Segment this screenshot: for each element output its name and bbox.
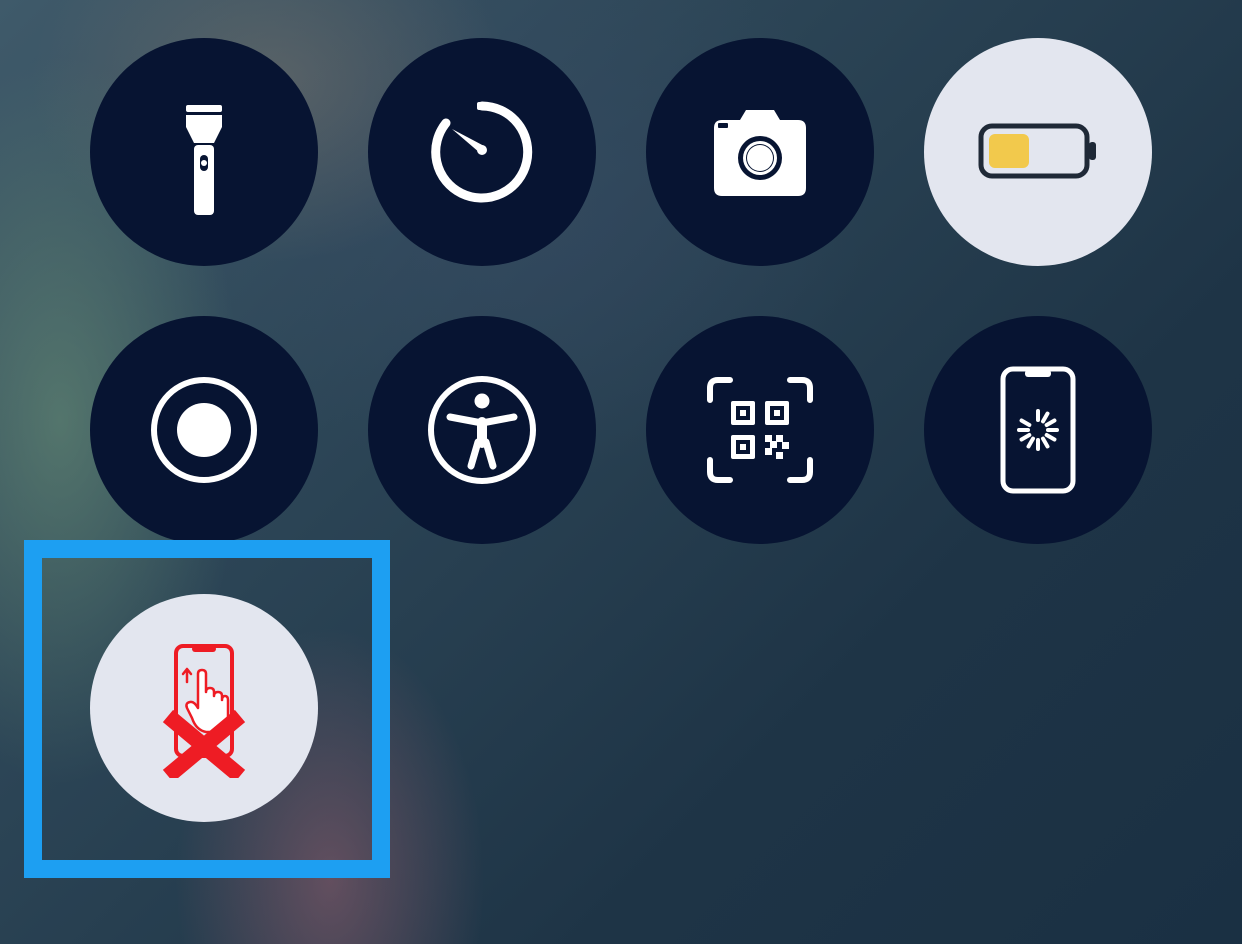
battery-icon	[978, 123, 1096, 179]
screen-mirroring-button[interactable]	[924, 316, 1152, 544]
flashlight-button[interactable]	[90, 38, 318, 266]
guided-access-button[interactable]	[90, 594, 318, 822]
timer-button[interactable]	[368, 38, 596, 266]
record-icon	[151, 377, 257, 483]
iphone-spinner-icon	[1000, 366, 1076, 494]
accessibility-shortcut-button[interactable]	[368, 316, 596, 544]
flashlight-icon	[186, 105, 222, 215]
screen-recording-button[interactable]	[90, 316, 318, 544]
timer-icon	[431, 101, 533, 203]
accessibility-icon	[428, 376, 536, 484]
guided-access-icon	[162, 644, 246, 778]
camera-icon	[714, 110, 806, 196]
camera-button[interactable]	[646, 38, 874, 266]
low-power-mode-button[interactable]	[924, 38, 1152, 266]
code-scanner-button[interactable]	[646, 316, 874, 544]
qr-code-icon	[707, 377, 813, 483]
